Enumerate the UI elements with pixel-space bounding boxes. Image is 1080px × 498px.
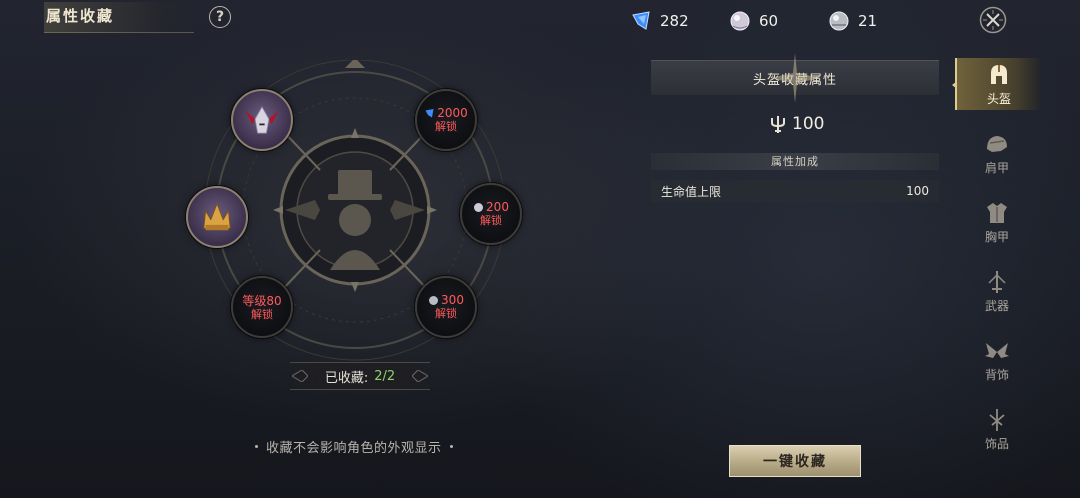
currency-silver-value: 21 [858,12,878,30]
panel-header: 头盔收藏属性 [651,53,939,103]
slot-cost: 2000 [437,106,468,120]
collected-value: 2/2 [374,368,396,384]
tab-label: 饰品 [984,436,1009,451]
active-pointer [952,81,957,89]
tab-label: 头盔 [986,91,1011,106]
silver-orb-icon [429,296,439,305]
ornament-icon [989,408,1005,431]
wings-icon [985,342,1009,358]
tab-back[interactable]: 背饰 [955,334,1039,386]
appearance-note: 收藏不会影响角色的外观显示 [255,437,453,456]
score-display: 100 [768,114,824,134]
left-ornament-icon [292,370,308,382]
slot-cost: 200 [486,200,509,214]
tab-weapon[interactable]: 武器 [955,265,1039,317]
slot-locked-silver[interactable]: 300 解锁 [415,276,477,338]
weapon-icon [988,270,1006,293]
helmet-icon [991,64,1007,84]
attribute-name: 生命值上限 [661,184,722,199]
slot-locked-pearl[interactable]: 200 解锁 [460,183,522,245]
attribute-value: 100 [906,184,929,198]
tab-helmet[interactable]: 头盔 [952,58,1041,110]
bonus-header: 属性加成 [651,153,939,170]
currency-silver: 21 [828,10,877,32]
slot-cost: 300 [441,293,464,307]
tab-label: 背饰 [984,367,1009,382]
slot-unlock-label: 解锁 [435,307,457,320]
slot-unlock-label: 解锁 [435,120,457,133]
collected-label: 已收藏: [324,370,369,386]
tab-ornament[interactable]: 饰品 [955,403,1039,455]
category-tabs: 头盔 肩甲 胸甲 武器 背饰 饰品 [952,58,1041,498]
attribute-row: 生命值上限 100 [651,180,939,202]
tab-chest[interactable]: 胸甲 [955,196,1039,248]
tab-shoulder[interactable]: 肩甲 [955,127,1039,179]
pearl-orb-icon [730,11,750,31]
currency-pearl: 60 [729,10,778,32]
close-icon[interactable] [979,6,1007,34]
blue-crystal-icon [425,109,434,118]
trident-icon [771,116,785,133]
help-button[interactable]: ? [209,6,231,28]
bullet-dot [255,445,258,448]
right-ornament-icon [412,370,428,382]
slot-unlock-label: 解锁 [480,214,502,227]
starburst-ornament-icon [770,53,820,103]
currency-crystal: 282 [630,10,689,32]
purple-winged-helmet-icon [245,105,279,134]
tab-label: 胸甲 [984,229,1009,244]
silver-orb-icon [829,11,849,31]
pearl-orb-icon [474,203,484,212]
one-click-collect-button[interactable]: 一键收藏 [729,445,861,477]
slot-helmet-1[interactable] [231,89,293,151]
golden-crown-helmet-icon [203,202,231,231]
currency-crystal-value: 282 [660,12,689,30]
score-value: 100 [792,114,825,134]
slot-locked-level[interactable]: 等级80 解锁 [231,276,293,338]
slot-level-requirement: 等级80 [242,293,282,308]
page-title: 属性收藏 [46,7,115,25]
bullet-dot [449,445,453,448]
appearance-note-text: 收藏不会影响角色的外观显示 [266,441,442,456]
slot-unlock-label: 解锁 [251,307,273,321]
shoulder-armor-icon [987,135,1007,152]
tab-label: 肩甲 [984,160,1009,175]
chest-armor-icon [987,202,1007,223]
currency-pearl-value: 60 [759,12,779,30]
collected-counter: 已收藏: 2/2 [290,362,430,390]
tab-label: 武器 [984,298,1009,313]
blue-crystal-icon [632,11,650,30]
slot-helmet-2[interactable] [186,186,248,248]
slot-locked-crystal[interactable]: 2000 解锁 [415,89,477,151]
